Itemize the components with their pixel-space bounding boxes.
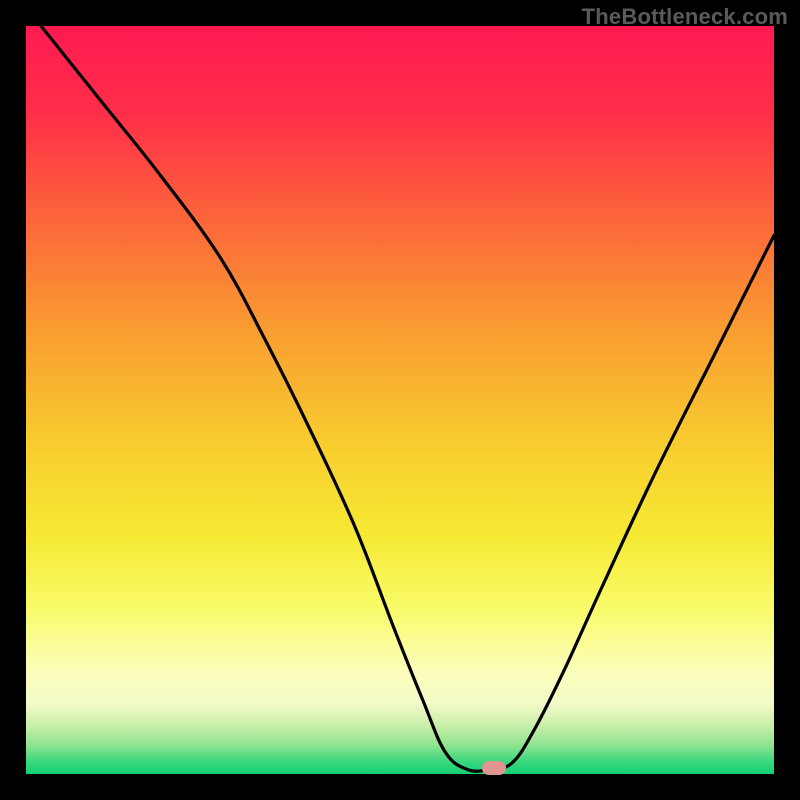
background-gradient	[26, 26, 774, 774]
optimum-marker	[482, 761, 506, 775]
chart-frame: TheBottleneck.com	[0, 0, 800, 800]
plot-area	[26, 26, 774, 774]
